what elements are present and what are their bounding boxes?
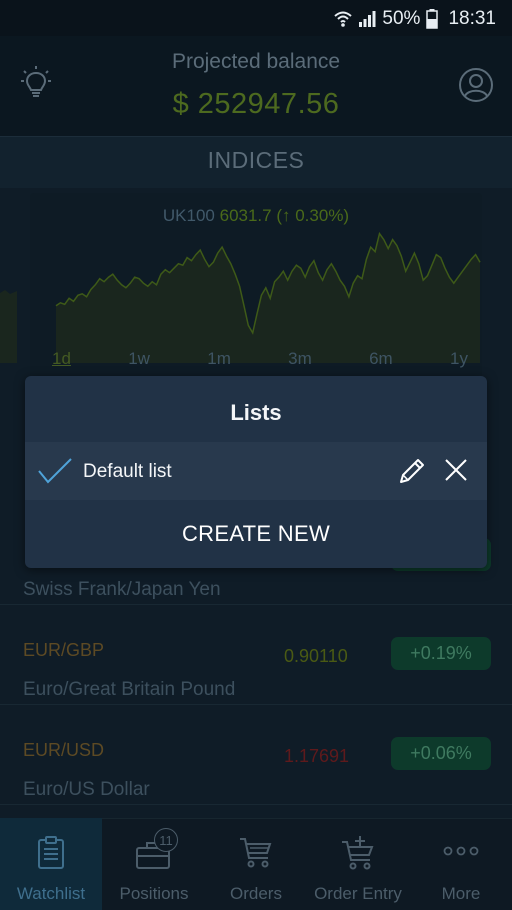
range-1m[interactable]: 1m — [195, 349, 243, 369]
wifi-icon — [334, 11, 353, 27]
positions-count-badge: 11 — [154, 828, 178, 852]
change-badge: +0.06% — [391, 737, 491, 770]
delete-close-icon[interactable] — [443, 457, 469, 483]
range-selector: 1d 1w 1m 3m 6m 1y — [40, 349, 480, 369]
list-item[interactable]: EUR/GBP 0.90110 +0.19% Euro/Great Britai… — [0, 605, 512, 705]
signal-icon — [359, 11, 376, 27]
nav-more[interactable]: More — [410, 818, 512, 910]
range-1y[interactable]: 1y — [438, 349, 480, 369]
check-icon — [38, 458, 72, 484]
instrument-price: 0.90110 — [284, 646, 348, 666]
nav-label: Order Entry — [314, 884, 402, 903]
instrument-symbol: EUR/GBP — [23, 640, 105, 660]
nav-orders[interactable]: Orders — [206, 818, 306, 910]
instrument-price: 1.17691 — [284, 746, 350, 766]
nav-positions[interactable]: Positions — [102, 818, 206, 910]
range-6m[interactable]: 6m — [357, 349, 405, 369]
list-option-default[interactable]: Default list — [25, 442, 487, 500]
range-1w[interactable]: 1w — [116, 349, 162, 369]
instrument-description: Euro/Great Britain Pound — [23, 679, 236, 700]
cart-add-icon — [342, 836, 374, 870]
section-title: INDICES — [207, 147, 305, 173]
more-dots-icon — [443, 846, 479, 856]
chart-area — [56, 233, 480, 363]
change-badge: +0.19% — [391, 637, 491, 670]
range-3m[interactable]: 3m — [276, 349, 324, 369]
chart-symbol: UK100 — [162, 206, 215, 225]
projected-balance-label: Projected balance — [171, 50, 341, 73]
instrument-description: Swiss Frank/Japan Yen — [23, 579, 221, 600]
nav-order-entry[interactable]: Order Entry — [306, 818, 410, 910]
nav-label: Positions — [119, 884, 189, 903]
nav-label: Watchlist — [16, 884, 86, 903]
nav-watchlist[interactable]: Watchlist — [0, 818, 102, 910]
battery-icon — [426, 9, 439, 29]
list-option-label: Default list — [83, 461, 172, 482]
projected-balance-value: $ 252947.56 — [172, 88, 340, 120]
nav-label: More — [441, 884, 481, 903]
previous-chart-area — [0, 290, 17, 363]
status-indicators: 50% 18:31 — [334, 8, 496, 30]
list-item[interactable]: EUR/USD 1.17691 +0.06% Euro/US Dollar — [0, 705, 512, 805]
chart-title: UK100 6031.7 (↑ 0.30%) — [30, 206, 482, 226]
chart-change: (↑ 0.30%) — [276, 206, 350, 225]
range-1d[interactable]: 1d — [40, 349, 83, 369]
instrument-description: Euro/US Dollar — [23, 779, 150, 800]
create-new-button[interactable]: CREATE NEW — [25, 500, 487, 568]
instrument-symbol: EUR/USD — [23, 740, 105, 760]
chart-value: 6031.7 — [219, 206, 272, 225]
user-profile-icon[interactable] — [458, 67, 494, 103]
clock: 18:31 — [448, 8, 496, 29]
lists-dialog: Lists Default list CREATE NEW — [25, 376, 487, 568]
clipboard-icon — [38, 836, 64, 869]
dialog-title: Lists — [230, 400, 282, 425]
battery-percent: 50% — [382, 8, 421, 29]
pencil-edit-icon[interactable] — [397, 456, 427, 486]
nav-label: Orders — [230, 884, 282, 903]
cart-icon — [240, 838, 272, 868]
